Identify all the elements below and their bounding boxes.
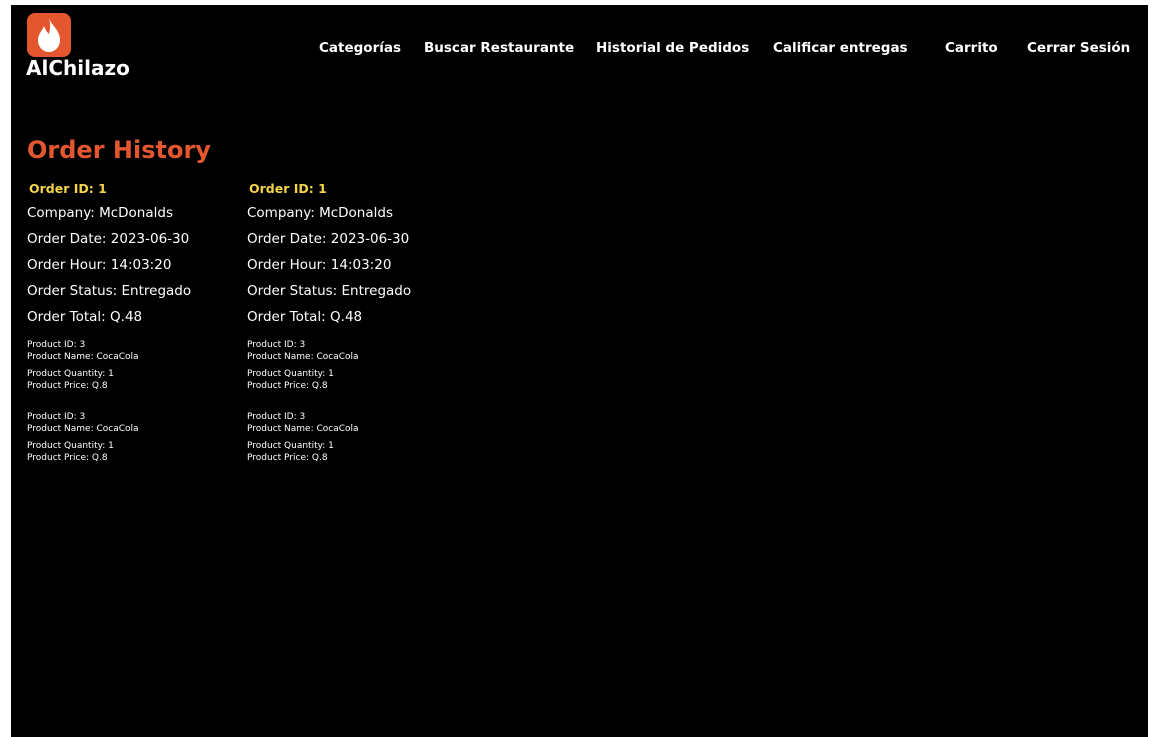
nav-categorias[interactable]: Categorías	[319, 40, 401, 56]
product-name: Product Name: CocaCola	[247, 352, 359, 362]
product-price: Product Price: Q.8	[247, 453, 328, 463]
product-id: Product ID: 3	[247, 412, 306, 422]
product-quantity: Product Quantity: 1	[27, 369, 114, 379]
product-price: Product Price: Q.8	[27, 381, 108, 391]
brand-name: AlChilazo	[26, 56, 130, 80]
order-hour: Order Hour: 14:03:20	[247, 257, 392, 273]
order-id: Order ID: 1	[29, 181, 107, 196]
product-price: Product Price: Q.8	[27, 453, 108, 463]
order-status: Order Status: Entregado	[247, 283, 412, 299]
product-id: Product ID: 3	[27, 340, 86, 350]
order-total: Order Total: Q.48	[247, 309, 363, 325]
app-window: AlChilazo Categorías Buscar Restaurante …	[11, 5, 1148, 737]
order-total: Order Total: Q.48	[27, 309, 143, 325]
product-quantity: Product Quantity: 1	[27, 441, 114, 451]
order-company: Company: McDonalds	[247, 205, 393, 221]
nav-buscar-restaurante[interactable]: Buscar Restaurante	[424, 40, 574, 56]
order-company: Company: McDonalds	[27, 205, 173, 221]
product-name: Product Name: CocaCola	[247, 424, 359, 434]
nav-carrito[interactable]: Carrito	[945, 40, 998, 56]
product-quantity: Product Quantity: 1	[247, 369, 334, 379]
logo[interactable]	[27, 13, 71, 57]
product-name: Product Name: CocaCola	[27, 424, 139, 434]
nav-cerrar-sesion[interactable]: Cerrar Sesión	[1027, 40, 1130, 56]
order-date: Order Date: 2023-06-30	[27, 231, 190, 247]
nav-calificar-entregas[interactable]: Calificar entregas	[773, 40, 908, 56]
order-id: Order ID: 1	[249, 181, 327, 196]
order-hour: Order Hour: 14:03:20	[27, 257, 172, 273]
product-price: Product Price: Q.8	[247, 381, 328, 391]
product-name: Product Name: CocaCola	[27, 352, 139, 362]
order-date: Order Date: 2023-06-30	[247, 231, 410, 247]
product-quantity: Product Quantity: 1	[247, 441, 334, 451]
page-title: Order History	[27, 136, 211, 164]
flame-icon	[38, 18, 60, 52]
product-id: Product ID: 3	[27, 412, 86, 422]
product-id: Product ID: 3	[247, 340, 306, 350]
nav-historial-pedidos[interactable]: Historial de Pedidos	[596, 40, 749, 56]
order-status: Order Status: Entregado	[27, 283, 192, 299]
